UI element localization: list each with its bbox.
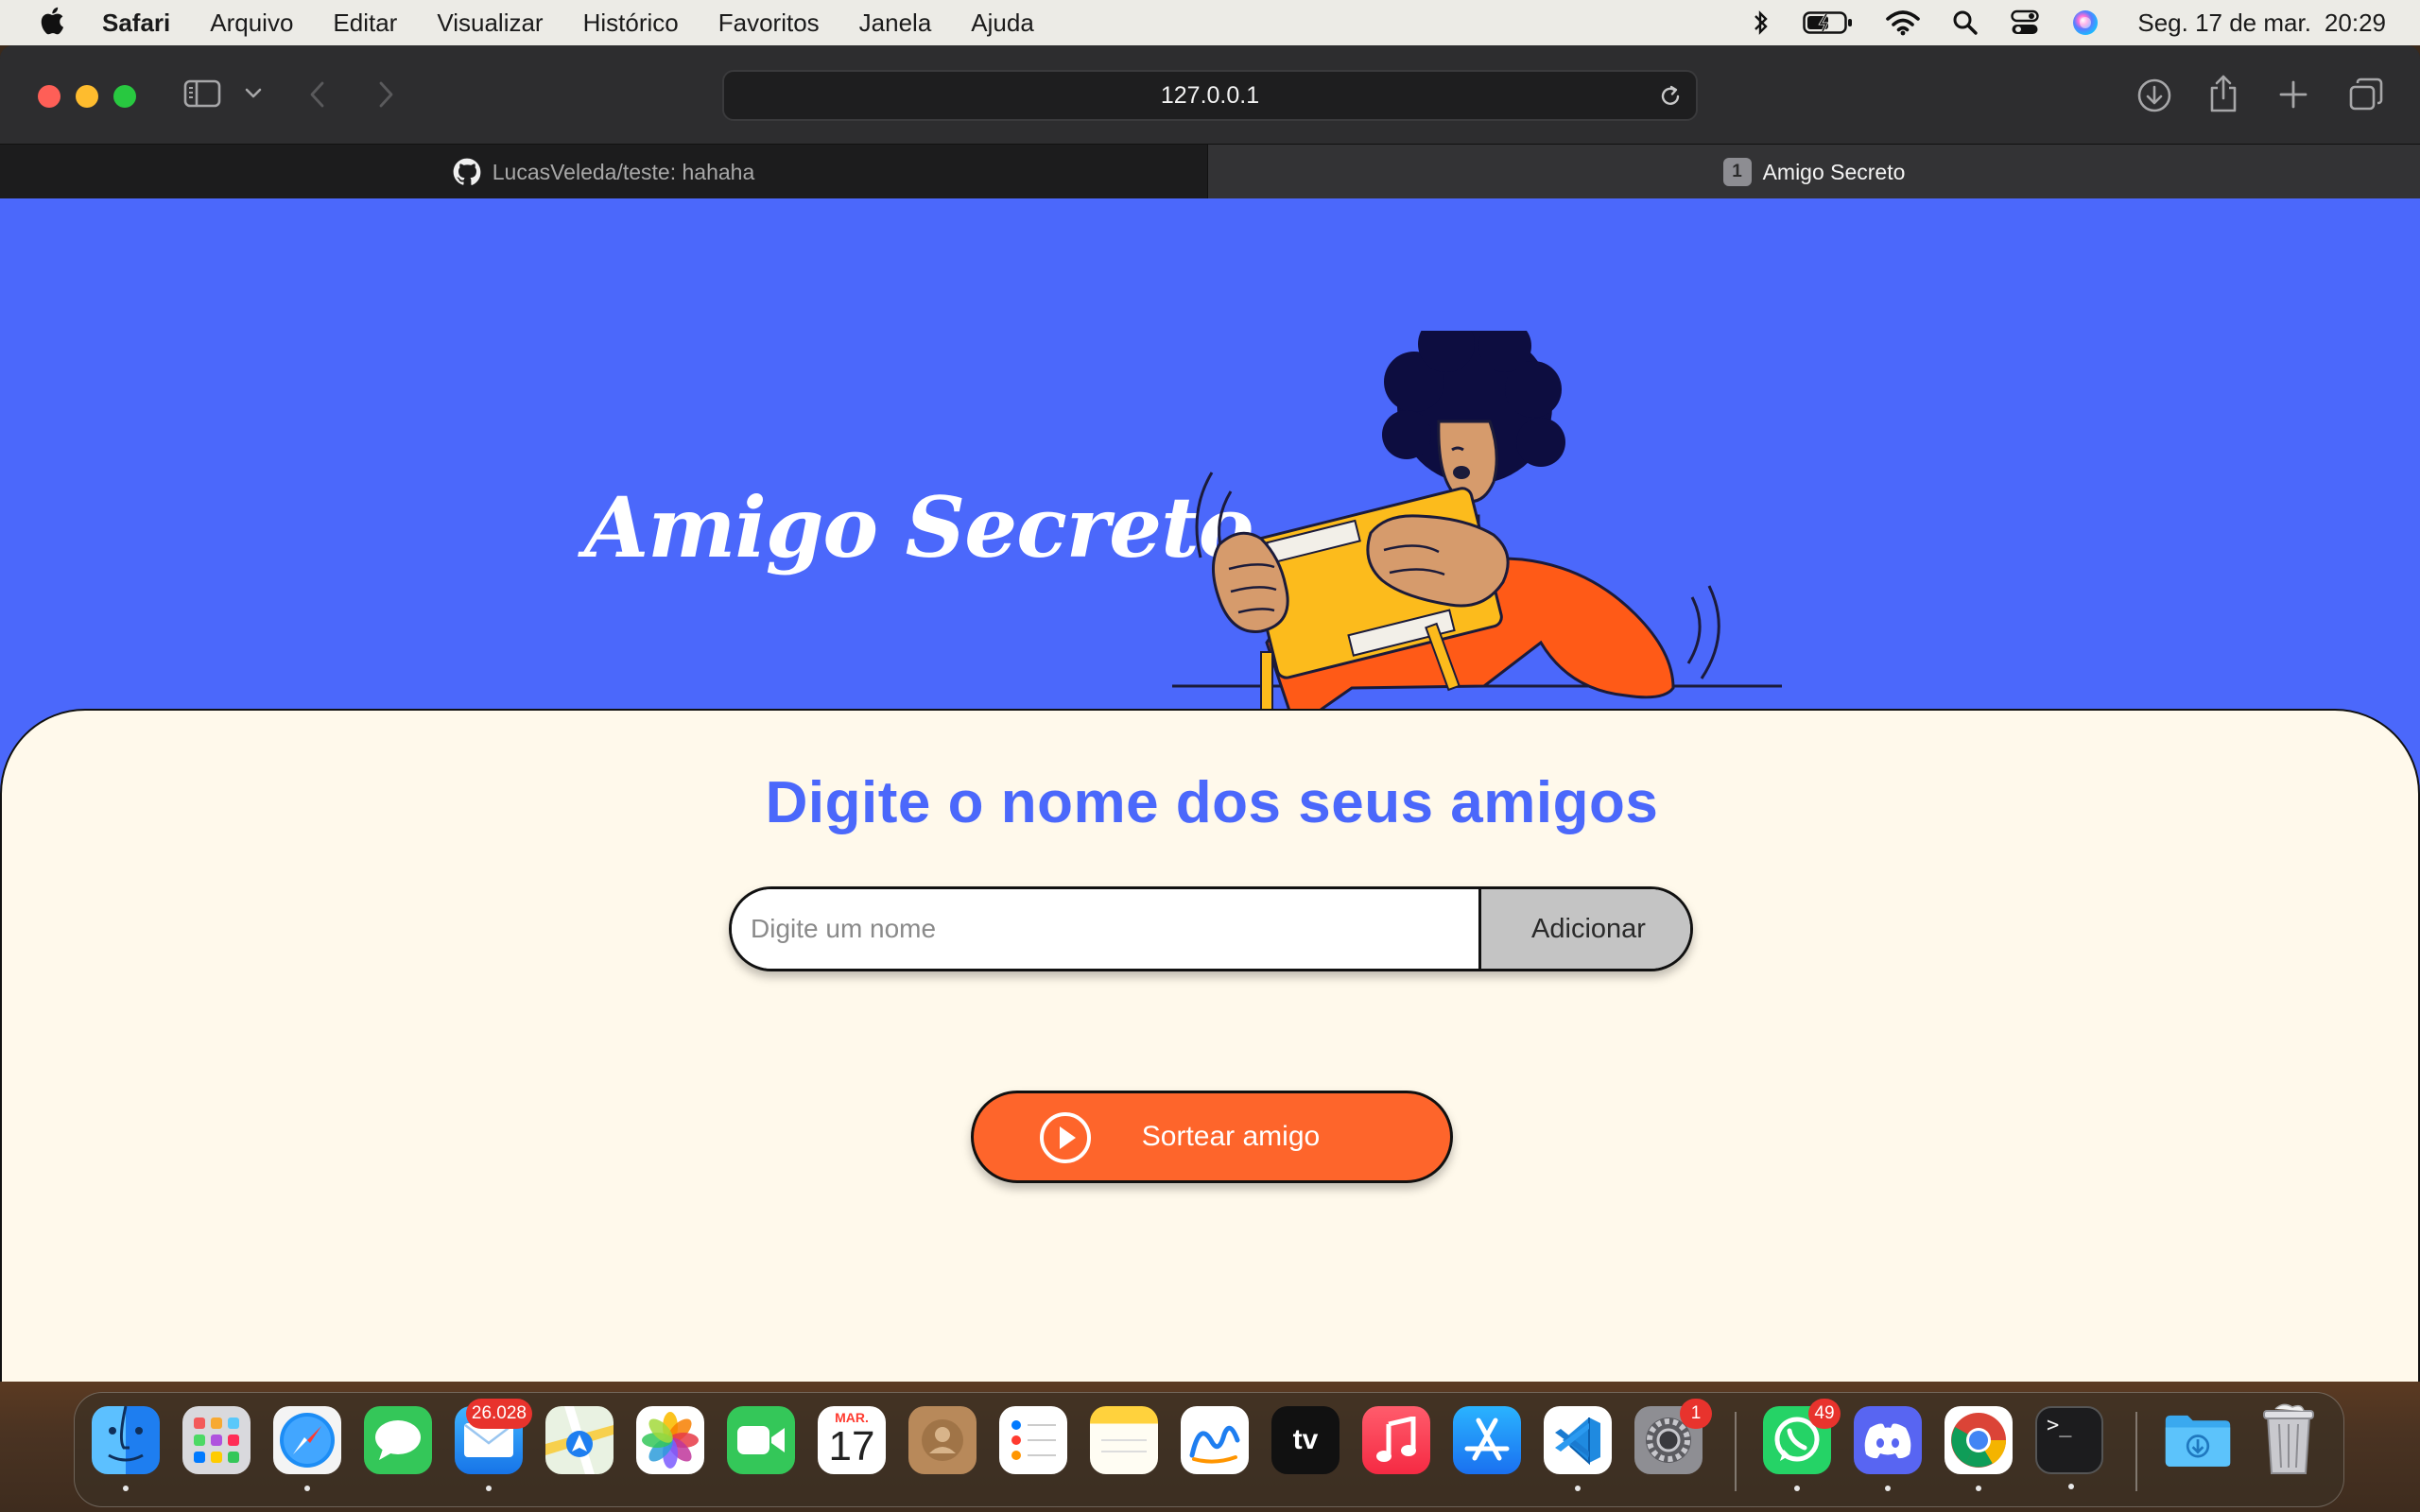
clock-time: 20:29 xyxy=(2324,8,2386,37)
tab-overview-icon[interactable] xyxy=(2348,77,2384,112)
running-indicator xyxy=(2068,1484,2074,1489)
dock: 26.028 MAR. 17 tv 1 49 >_ xyxy=(74,1392,2344,1507)
chrome-icon[interactable] xyxy=(1945,1406,2013,1491)
menu-app-safari[interactable]: Safari xyxy=(102,9,170,38)
close-window-button[interactable] xyxy=(38,85,60,108)
menu-historico[interactable]: Histórico xyxy=(583,9,679,38)
mail-icon[interactable]: 26.028 xyxy=(455,1399,532,1491)
person-holding-gift-illustration xyxy=(1172,331,1782,747)
form-card: Digite o nome dos seus amigos Adicionar … xyxy=(0,709,2420,1382)
hero-title: Amigo Secreto xyxy=(584,478,1253,576)
reload-icon[interactable] xyxy=(1658,84,1683,115)
app-store-icon[interactable] xyxy=(1453,1406,1521,1474)
safari-icon[interactable] xyxy=(273,1406,341,1491)
discord-icon[interactable] xyxy=(1854,1406,1922,1491)
apple-logo-icon[interactable] xyxy=(38,5,70,37)
new-tab-plus-icon[interactable] xyxy=(2278,79,2308,110)
github-icon xyxy=(453,158,481,186)
running-indicator xyxy=(1885,1486,1891,1491)
clock[interactable]: Seg. 17 de mar. 20:29 xyxy=(2137,9,2386,38)
friend-name-input[interactable] xyxy=(732,889,1478,969)
chevron-down-icon[interactable] xyxy=(244,87,263,100)
zoom-window-button[interactable] xyxy=(113,85,136,108)
menu-ajuda[interactable]: Ajuda xyxy=(971,9,1034,38)
share-icon[interactable] xyxy=(2208,74,2238,113)
url-text: 127.0.0.1 xyxy=(1160,81,1260,109)
menu-editar[interactable]: Editar xyxy=(333,9,397,38)
running-indicator xyxy=(486,1486,492,1491)
siri-icon[interactable] xyxy=(2071,9,2100,37)
tab-github[interactable]: LucasVeleda/teste: hahaha xyxy=(0,145,1208,199)
contacts-icon[interactable] xyxy=(908,1406,977,1474)
add-button[interactable]: Adicionar xyxy=(1478,889,1690,969)
menu-visualizar[interactable]: Visualizar xyxy=(437,9,543,38)
messages-icon[interactable] xyxy=(364,1406,432,1474)
running-indicator xyxy=(304,1486,310,1491)
forward-arrow-icon[interactable] xyxy=(376,79,395,110)
downloads-folder-icon[interactable] xyxy=(2164,1406,2232,1474)
tab-favicon-badge: 1 xyxy=(1722,158,1752,186)
whatsapp-icon[interactable]: 49 xyxy=(1763,1399,1841,1491)
calendar-icon[interactable]: MAR. 17 xyxy=(818,1406,886,1474)
dock-separator xyxy=(2135,1412,2137,1491)
system-settings-icon[interactable]: 1 xyxy=(1634,1399,1712,1474)
finder-icon[interactable] xyxy=(92,1406,160,1491)
minimize-window-button[interactable] xyxy=(76,85,98,108)
vscode-icon[interactable] xyxy=(1544,1406,1612,1491)
section-heading: Digite o nome dos seus amigos xyxy=(765,770,1659,835)
whatsapp-unread-badge: 49 xyxy=(1808,1399,1841,1429)
tab-amigo-secreto[interactable]: 1 Amigo Secreto xyxy=(1208,145,2420,199)
mail-unread-badge: 26.028 xyxy=(465,1399,532,1429)
dock-separator xyxy=(1735,1412,1737,1491)
web-page: Amigo Secreto Digite o nome dos seus ami… xyxy=(0,198,2420,1382)
freeform-icon[interactable] xyxy=(1181,1406,1249,1474)
terminal-prompt: >_ xyxy=(2047,1414,2072,1437)
clock-date: Seg. 17 de mar. xyxy=(2137,8,2311,37)
apple-tv-icon[interactable]: tv xyxy=(1271,1406,1340,1474)
bluetooth-icon[interactable] xyxy=(1752,9,1771,37)
back-arrow-icon[interactable] xyxy=(308,79,327,110)
sidebar-toggle-icon[interactable] xyxy=(183,79,221,108)
spotlight-search-icon[interactable] xyxy=(1952,9,1979,36)
menu-arquivo[interactable]: Arquivo xyxy=(210,9,293,38)
notes-icon[interactable] xyxy=(1090,1406,1158,1474)
terminal-icon[interactable]: >_ xyxy=(2035,1406,2103,1489)
browser-toolbar: 127.0.0.1 xyxy=(0,45,2420,144)
wifi-icon[interactable] xyxy=(1886,9,1921,36)
running-indicator xyxy=(1575,1486,1581,1491)
draw-friend-button[interactable]: Sortear amigo xyxy=(971,1091,1453,1183)
running-indicator xyxy=(1794,1486,1800,1491)
calendar-day: 17 xyxy=(828,1423,875,1469)
tab-label: Amigo Secreto xyxy=(1762,159,1906,184)
menu-janela[interactable]: Janela xyxy=(859,9,932,38)
apple-tv-label: tv xyxy=(1292,1424,1319,1455)
safari-window: 127.0.0.1 LucasVeleda/teste: hahaha 1 Am xyxy=(0,45,2420,1382)
add-friend-input-group: Adicionar xyxy=(729,886,1693,971)
control-center-icon[interactable] xyxy=(2011,9,2040,36)
address-bar[interactable]: 127.0.0.1 xyxy=(722,70,1698,121)
tab-bar: LucasVeleda/teste: hahaha 1 Amigo Secret… xyxy=(0,144,2420,199)
running-indicator xyxy=(123,1486,129,1491)
battery-icon[interactable] xyxy=(1803,10,1854,35)
maps-icon[interactable] xyxy=(545,1406,614,1474)
tab-label: LucasVeleda/teste: hahaha xyxy=(492,159,755,184)
launchpad-icon[interactable] xyxy=(182,1406,251,1474)
settings-update-badge: 1 xyxy=(1680,1399,1712,1429)
facetime-icon[interactable] xyxy=(727,1406,795,1474)
draw-button-label: Sortear amigo xyxy=(1141,1121,1321,1152)
reminders-icon[interactable] xyxy=(999,1406,1067,1474)
downloads-icon[interactable] xyxy=(2136,77,2172,113)
menu-bar: Safari Arquivo Editar Visualizar Históri… xyxy=(0,0,2420,45)
menu-favoritos[interactable]: Favoritos xyxy=(718,9,820,38)
trash-icon[interactable] xyxy=(2255,1403,2323,1474)
photos-icon[interactable] xyxy=(636,1406,704,1474)
running-indicator xyxy=(1976,1486,1981,1491)
music-icon[interactable] xyxy=(1362,1406,1430,1474)
